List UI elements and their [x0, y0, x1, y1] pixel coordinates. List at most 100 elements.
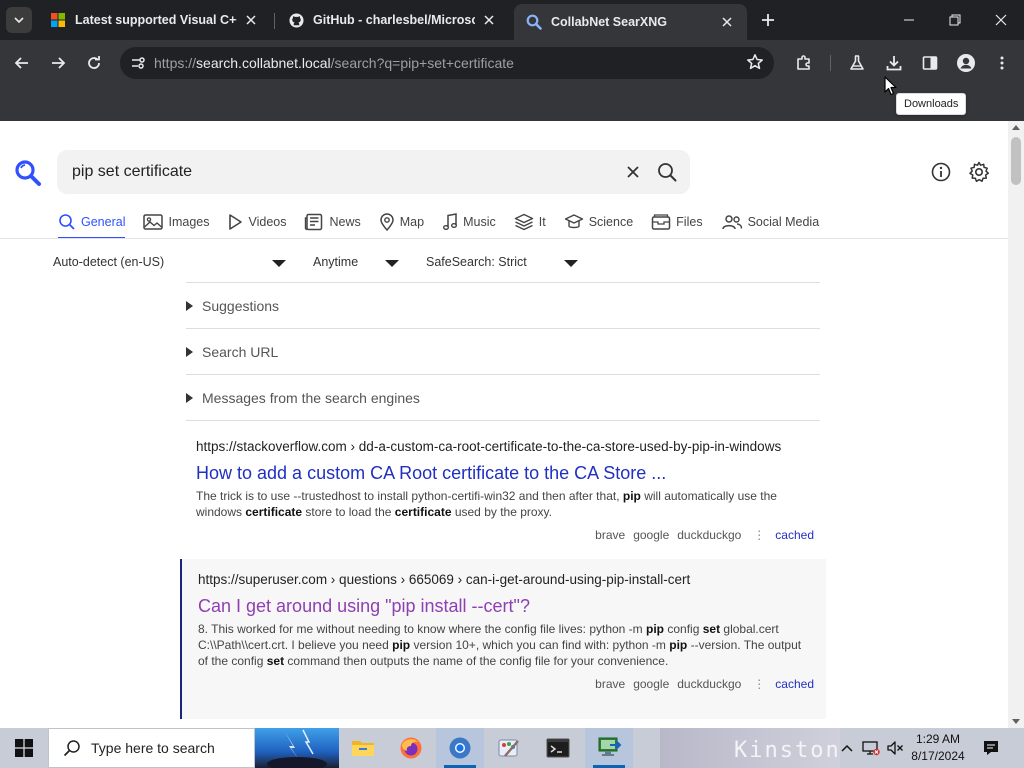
- extensions-button[interactable]: [790, 49, 818, 77]
- safesearch-select[interactable]: SafeSearch: Strict: [426, 255, 586, 269]
- microsoft-logo-icon: [50, 12, 66, 28]
- system-clock[interactable]: 1:29 AM 8/17/2024: [906, 731, 970, 765]
- mouse-cursor-icon: [884, 76, 898, 99]
- minimize-button[interactable]: [886, 0, 932, 40]
- tab-visual-cpp[interactable]: Latest supported Visual C++ R: [38, 4, 271, 36]
- chrome-taskbar-button[interactable]: [436, 728, 484, 768]
- reload-button[interactable]: [80, 49, 108, 77]
- category-tabs: General Images Videos News Map Music It: [58, 209, 837, 239]
- plus-icon: [762, 14, 774, 26]
- scroll-up-arrow-icon[interactable]: [1012, 125, 1020, 130]
- show-hidden-icons-button[interactable]: [838, 728, 856, 768]
- remote-desktop-taskbar-button[interactable]: [585, 728, 633, 768]
- url-host: search.collabnet.local: [196, 55, 331, 71]
- profile-button[interactable]: [952, 49, 980, 77]
- bookmark-star-icon[interactable]: [746, 53, 764, 74]
- search-input[interactable]: [57, 150, 616, 194]
- volume-button[interactable]: [884, 728, 906, 768]
- scrollbar-thumb[interactable]: [1011, 137, 1021, 185]
- cached-link[interactable]: cached: [775, 528, 814, 542]
- menu-button[interactable]: [988, 49, 1016, 77]
- cached-link[interactable]: cached: [775, 677, 814, 691]
- result-title-link[interactable]: How to add a custom CA Root certificate …: [196, 462, 814, 484]
- bookmark-bar: [0, 86, 1024, 121]
- clear-search-button[interactable]: [616, 155, 650, 189]
- tab-news[interactable]: News: [304, 209, 361, 235]
- language-select[interactable]: Auto-detect (en-US): [53, 255, 293, 269]
- tab-github[interactable]: GitHub - charlesbel/Microsoft: [276, 4, 509, 36]
- tab-title: CollabNet SearXNG: [551, 15, 668, 29]
- more-options-icon[interactable]: ⋮: [753, 677, 765, 691]
- tab-label: Files: [676, 215, 703, 229]
- reload-icon: [88, 56, 100, 69]
- preferences-button[interactable]: [966, 159, 992, 185]
- taskbar-search-box[interactable]: Type here to search: [48, 728, 255, 768]
- tab-label: General: [81, 215, 126, 229]
- start-button[interactable]: [0, 728, 48, 768]
- browser-tab-bar: Latest supported Visual C++ R GitHub - c…: [0, 0, 1024, 40]
- engine-label: brave: [595, 528, 626, 542]
- close-window-button[interactable]: [978, 0, 1024, 40]
- tab-label: News: [329, 215, 361, 229]
- tab-search-button[interactable]: [6, 7, 32, 33]
- tab-videos[interactable]: Videos: [227, 209, 286, 235]
- close-tab-icon[interactable]: [719, 14, 735, 30]
- engine-messages-toggle[interactable]: Messages from the search engines: [186, 374, 820, 420]
- dropdown-caret-icon: [564, 260, 578, 267]
- tab-images[interactable]: Images: [143, 209, 209, 235]
- folder-icon: [352, 741, 374, 756]
- engine-label: duckduckgo: [677, 677, 742, 691]
- tab-social-media[interactable]: Social Media: [721, 209, 819, 235]
- info-icon: [931, 162, 951, 182]
- panel-label: Search URL: [202, 343, 279, 360]
- more-options-icon[interactable]: ⋮: [753, 528, 765, 542]
- close-tab-icon[interactable]: [481, 12, 497, 28]
- network-status-button[interactable]: [860, 728, 882, 768]
- restore-button[interactable]: [932, 0, 978, 40]
- tab-label: Videos: [248, 215, 287, 229]
- notification-center-button[interactable]: [976, 728, 1006, 768]
- downloads-button[interactable]: [880, 49, 908, 77]
- scroll-down-arrow-icon[interactable]: [1012, 719, 1020, 724]
- expand-triangle-icon: [186, 392, 193, 403]
- tab-collabnet-searxng[interactable]: CollabNet SearXNG: [514, 4, 747, 40]
- arrow-left-icon: [14, 57, 28, 69]
- search-icon: [658, 163, 677, 182]
- wallpaper-text: Kinston: [734, 738, 840, 763]
- wallpaper-strip: Kinston: [660, 728, 840, 768]
- result-url[interactable]: https://superuser.com › questions › 6650…: [198, 570, 814, 590]
- info-panels: Suggestions Search URL Messages from the…: [186, 282, 820, 421]
- result-title-link[interactable]: Can I get around using "pip install --ce…: [198, 595, 814, 617]
- close-tab-icon[interactable]: [243, 12, 259, 28]
- url-text: https://search.collabnet.local/search?q=…: [154, 55, 514, 71]
- panel-label: Messages from the search engines: [202, 389, 420, 406]
- terminal-taskbar-button[interactable]: [534, 728, 582, 768]
- paint-taskbar-button[interactable]: [485, 728, 533, 768]
- side-panel-button[interactable]: [916, 49, 944, 77]
- suggestions-toggle[interactable]: Suggestions: [186, 282, 820, 328]
- file-explorer-taskbar-button[interactable]: [339, 728, 387, 768]
- result-url[interactable]: https://stackoverflow.com › dd-a-custom-…: [196, 437, 814, 457]
- tab-music[interactable]: Music: [442, 209, 496, 235]
- new-tab-button[interactable]: [758, 10, 778, 30]
- tab-science[interactable]: Science: [564, 209, 633, 235]
- info-button[interactable]: [928, 159, 954, 185]
- result-engines: brave google duckduckgo ⋮ cached: [196, 526, 814, 544]
- searxng-logo-icon[interactable]: [14, 159, 42, 190]
- labs-button[interactable]: [843, 49, 871, 77]
- address-bar[interactable]: https://search.collabnet.local/search?q=…: [120, 47, 774, 79]
- time-range-select[interactable]: Anytime: [313, 255, 408, 269]
- page-scrollbar[interactable]: [1008, 121, 1024, 728]
- restore-icon: [949, 14, 961, 26]
- tab-files[interactable]: Files: [651, 209, 703, 235]
- tab-general[interactable]: General: [58, 209, 126, 239]
- windows-taskbar: Kinston Type here to search 1:29 AM 8/17…: [0, 728, 1024, 768]
- tab-map[interactable]: Map: [379, 209, 424, 235]
- search-submit-button[interactable]: [650, 155, 684, 189]
- forward-button[interactable]: [44, 49, 72, 77]
- site-info-icon[interactable]: [122, 55, 154, 71]
- back-button[interactable]: [8, 49, 36, 77]
- search-url-toggle[interactable]: Search URL: [186, 328, 820, 374]
- tab-it[interactable]: It: [514, 209, 546, 235]
- firefox-taskbar-button[interactable]: [387, 728, 435, 768]
